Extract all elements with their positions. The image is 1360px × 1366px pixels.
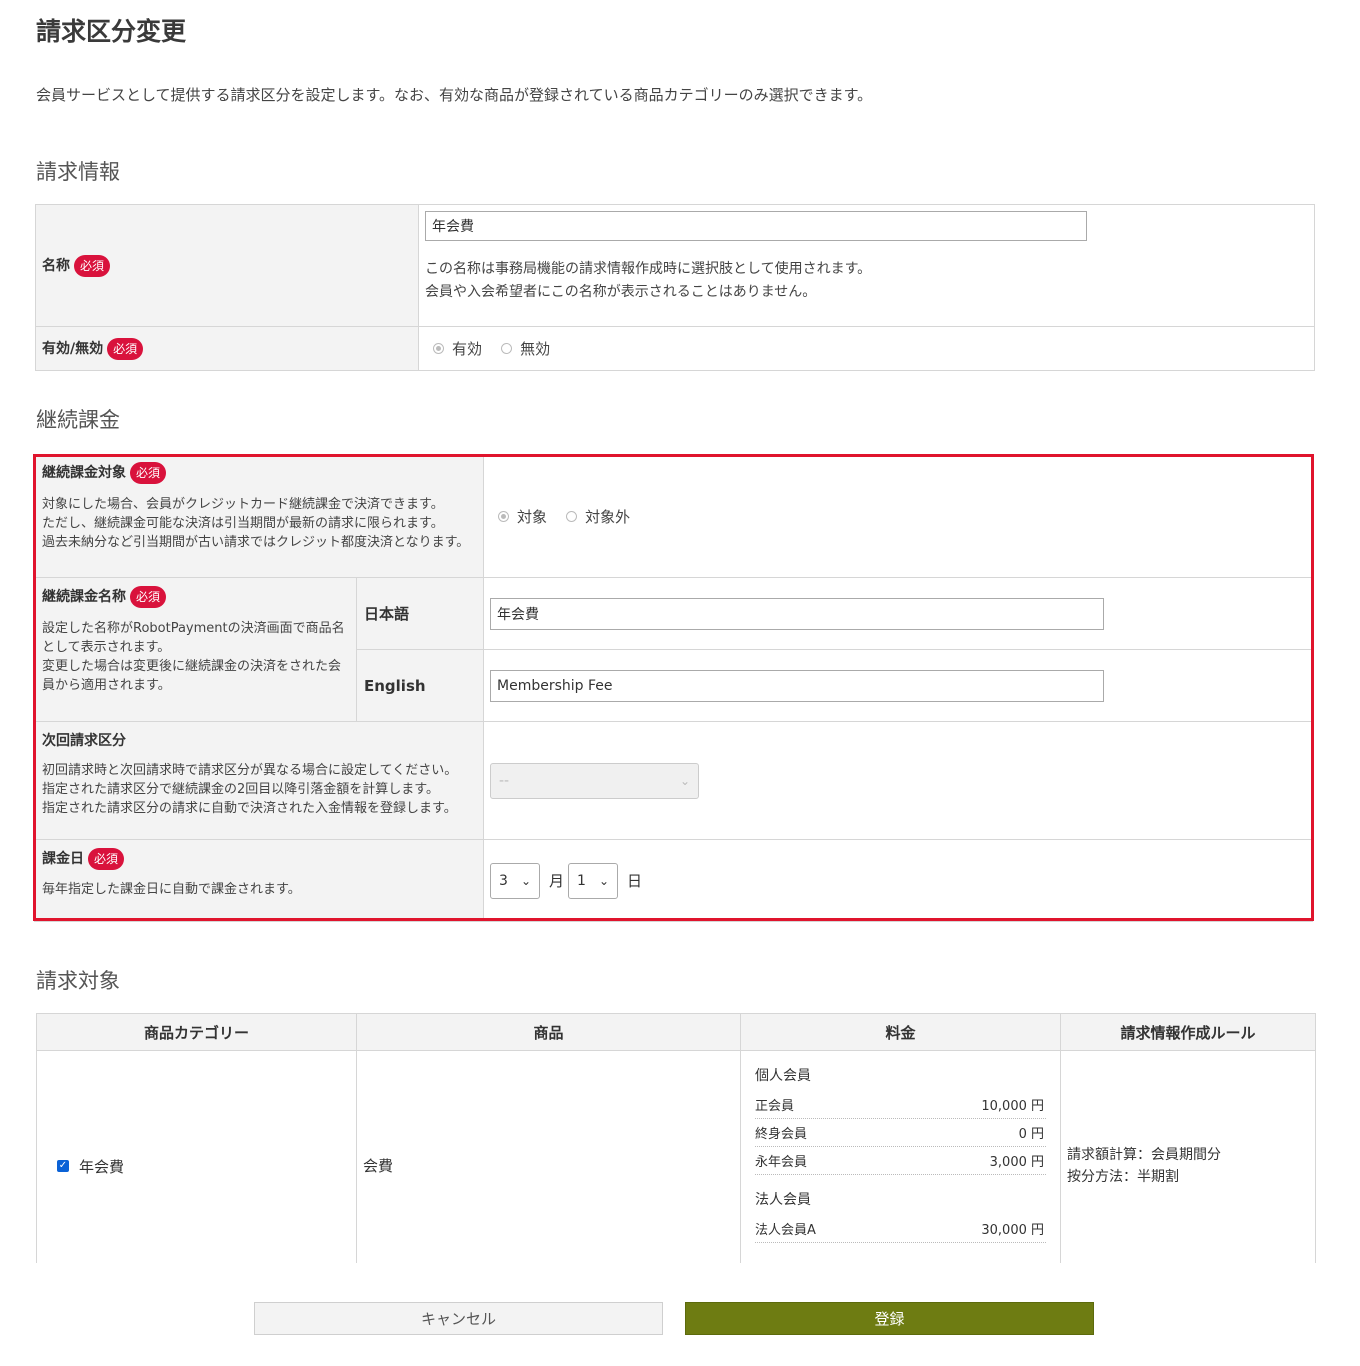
category-checkbox-item[interactable]: ✓ 年会費: [57, 1156, 124, 1177]
billing-target-table-wrap: 商品カテゴリー 商品 料金 請求情報作成ルール ✓ 年会費 会費 個人会員 正会…: [36, 1013, 1316, 1263]
col-header-product: 商品: [356, 1013, 741, 1051]
page-title: 請求区分変更: [36, 17, 187, 46]
day-select[interactable]: 1 ⌄: [568, 862, 619, 899]
next-hint-line-1: 初回請求時と次回請求時で請求区分が異なる場合に設定してください。: [42, 763, 458, 778]
next-label-cell: 次回請求区分 初回請求時と次回請求時で請求区分が異なる場合に設定してください。 …: [34, 721, 484, 840]
target-option-no[interactable]: 対象外: [566, 506, 630, 527]
target-label: 継続課金対象: [42, 465, 126, 481]
chevron-down-icon: ⌄: [598, 873, 610, 888]
chevron-down-icon: ⌄: [520, 873, 531, 888]
col-header-price: 料金: [740, 1013, 1061, 1051]
next-hint-line-3: 指定された請求区分の請求に自動で決済された入金情報を登録します。: [42, 801, 457, 816]
price-row: 永年会員 3,000 円: [755, 1147, 1046, 1175]
cb-name-hint-line-1: 設定した名称がRobotPaymentの決済画面で商品名として表示されます。: [42, 621, 345, 655]
category-name: 年会費: [79, 1157, 125, 1176]
price-group-name: 個人会員: [755, 1068, 811, 1084]
cb-name-ja-input[interactable]: [490, 597, 1104, 630]
next-billing-label: 次回請求区分: [42, 733, 126, 749]
name-input-cell: この名称は事務局機能の請求情報作成時に選択肢として使用されます。 会員や入会希望…: [418, 204, 1315, 327]
price-row: 法人会員A 30,000 円: [755, 1215, 1046, 1243]
price-row: 正会員 10,000 円: [755, 1091, 1046, 1119]
lang-ja-label: 日本語: [356, 577, 484, 650]
status-label: 有効/無効: [42, 340, 104, 357]
lang-en-input-cell: [483, 649, 1313, 722]
billing-target-heading: 請求対象: [36, 969, 120, 993]
radio-selected-icon: [433, 343, 444, 354]
cancel-button[interactable]: キャンセル: [254, 1302, 663, 1335]
billing-info-table: 名称必須 この名称は事務局機能の請求情報作成時に選択肢として使用されます。 会員…: [35, 204, 1315, 371]
name-label-cell: 名称 必須: [35, 204, 419, 327]
name-label: 名称: [42, 257, 70, 274]
status-label-cell: 有効/無効 必須: [35, 326, 419, 371]
target-hint-line-1: 対象にした場合、会員がクレジットカード継続課金で決済できます。: [42, 497, 444, 512]
lang-ja-input-cell: [483, 577, 1313, 650]
required-badge: 必須: [88, 848, 125, 870]
day-hint: 毎年指定した課金日に自動で課金されます。: [42, 882, 301, 897]
continuous-billing-table: 継続課金対象 必須 対象にした場合、会員がクレジットカード継続課金で決済できます。…: [34, 455, 1313, 922]
required-badge: 必須: [130, 586, 167, 608]
price-cell: 個人会員 正会員 10,000 円 終身会員 0 円 永年会員 3,000 円 法人会…: [740, 1050, 1061, 1263]
name-hint-line-1: この名称は事務局機能の請求情報作成時に選択肢として使用されます。: [425, 261, 872, 277]
day-unit: 日: [627, 872, 643, 890]
col-header-rule: 請求情報作成ルール: [1060, 1013, 1316, 1051]
cb-name-label-cell: 継続課金名称 必須 設定した名称がRobotPaymentの決済画面で商品名として…: [34, 577, 357, 722]
cb-name-label: 継続課金名称: [42, 589, 126, 605]
month-select[interactable]: 3 ⌄: [490, 862, 540, 899]
target-radio-cell: 対象 対象外: [483, 455, 1313, 578]
target-label-cell: 継続課金対象 必須 対象にした場合、会員がクレジットカード継続課金で決済できます。…: [34, 455, 484, 578]
radio-selected-icon: [498, 511, 509, 522]
lang-en-label: English: [356, 649, 484, 722]
target-hint-line-3: 過去未納分など引当期間が古い請求ではクレジット都度決済となります。: [42, 535, 470, 550]
category-cell: ✓ 年会費: [36, 1050, 357, 1263]
cb-name-en-input[interactable]: [490, 669, 1104, 702]
product-name: 会費: [356, 1050, 741, 1263]
page-description: 会員サービスとして提供する請求区分を設定します。なお、有効な商品が登録されている…: [36, 86, 873, 104]
table-row: ✓ 年会費 会費 個人会員 正会員 10,000 円 終身会員 0 円 永年会員 3,…: [36, 1050, 1316, 1263]
billing-info-heading: 請求情報: [36, 160, 120, 184]
chevron-down-icon: ⌄: [679, 773, 690, 788]
status-option-disabled[interactable]: 無効: [501, 338, 550, 359]
rule-line-2: 按分方法：半期割: [1067, 1168, 1179, 1185]
billing-name-input[interactable]: [425, 211, 1087, 241]
target-hint-line-2: ただし、継続課金可能な決済は引当期間が最新の請求に限られます。: [42, 516, 444, 531]
radio-empty-icon: [566, 511, 578, 522]
col-header-category: 商品カテゴリー: [36, 1013, 357, 1051]
submit-button[interactable]: 登録: [685, 1302, 1094, 1335]
cb-name-hint-line-2: 変更した場合は変更後に継続課金の決済をされた会員から適用されます。: [42, 659, 342, 693]
day-select-cell: 3 ⌄ 月 1 ⌄ 日: [483, 839, 1313, 922]
continuous-billing-heading: 継続課金: [36, 408, 120, 432]
required-badge: 必須: [107, 337, 144, 360]
status-option-enabled[interactable]: 有効: [433, 338, 482, 359]
next-billing-select[interactable]: -- ⌄: [490, 762, 699, 799]
checkbox-checked-icon[interactable]: ✓: [57, 1160, 69, 1173]
name-hint-line-2: 会員や入会希望者にこの名称が表示されることはありません。: [425, 284, 817, 300]
month-unit: 月: [549, 872, 565, 890]
required-badge: 必須: [130, 462, 167, 484]
billing-target-table: 商品カテゴリー 商品 料金 請求情報作成ルール ✓ 年会費 会費 個人会員 正会…: [36, 1013, 1316, 1263]
target-option-yes[interactable]: 対象: [498, 506, 547, 527]
status-radio-cell: 有効 無効: [418, 326, 1315, 371]
billing-day-label: 課金日: [42, 851, 84, 867]
required-badge: 必須: [74, 254, 111, 277]
price-row: 終身会員 0 円: [755, 1119, 1046, 1147]
rule-cell: 請求額計算：会員期間分 按分方法：半期割: [1060, 1050, 1316, 1263]
next-select-cell: -- ⌄: [483, 721, 1313, 840]
radio-empty-icon: [501, 343, 513, 354]
price-group-name: 法人会員: [755, 1192, 811, 1208]
next-hint-line-2: 指定された請求区分で継続課金の2回目以降引落金額を計算します。: [42, 782, 439, 797]
rule-line-1: 請求額計算：会員期間分: [1067, 1146, 1221, 1163]
day-label-cell: 課金日 必須 毎年指定した課金日に自動で課金されます。: [34, 839, 484, 922]
